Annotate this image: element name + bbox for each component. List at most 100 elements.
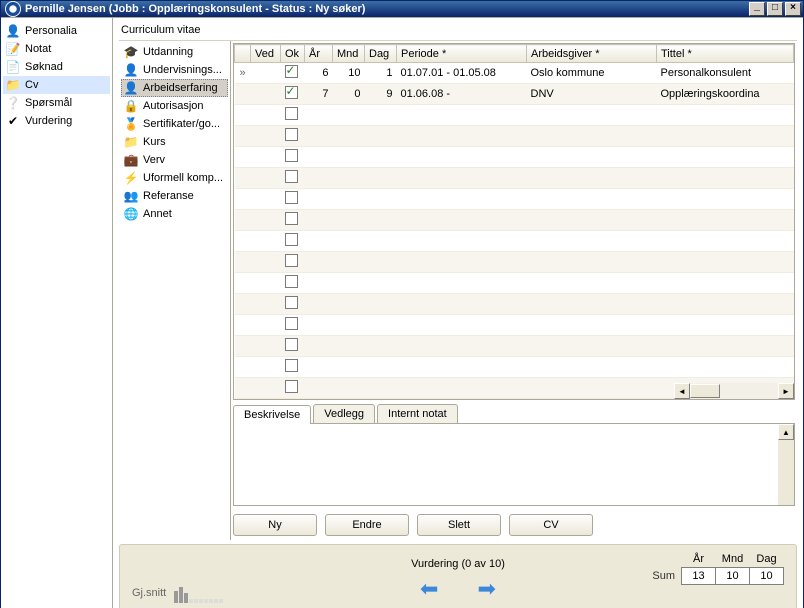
cv-category-undervisnings[interactable]: 👤Undervisnings... [121, 61, 228, 79]
nav-icon: 👤 [5, 23, 21, 39]
sum-aar: 13 [682, 568, 716, 585]
cv-category-verv[interactable]: 💼Verv [121, 151, 228, 169]
cv-category-utdanning[interactable]: 🎓Utdanning [121, 43, 228, 61]
nav-item-cv[interactable]: 📁Cv [3, 76, 110, 94]
category-label: Kurs [143, 136, 166, 148]
nav-label: Personalia [25, 25, 77, 37]
table-row-empty[interactable] [235, 252, 794, 273]
experience-grid[interactable]: VedOkÅrMndDagPeriode *Arbeidsgiver *Titt… [233, 43, 795, 400]
endre-button[interactable]: Endre [325, 514, 409, 536]
nav-icon: ✔ [5, 113, 21, 129]
row-indicator [235, 84, 251, 105]
category-label: Arbeidserfaring [143, 82, 218, 94]
maximize-button[interactable]: □ [767, 2, 783, 16]
category-label: Utdanning [143, 46, 193, 58]
vurdering-label: Vurdering (0 av 10) [402, 558, 514, 570]
column-header[interactable]: Dag [365, 45, 397, 63]
cell-ok[interactable] [281, 84, 305, 105]
table-row-empty[interactable] [235, 210, 794, 231]
nav-item-notat[interactable]: 📝Notat [3, 40, 110, 58]
category-label: Autorisasjon [143, 100, 204, 112]
vurdering-prev-button[interactable]: ⬅ [402, 576, 456, 601]
cv-category-list: 🎓Utdanning👤Undervisnings...👤Arbeidserfar… [119, 41, 231, 540]
cell-dag: 9 [365, 84, 397, 105]
table-row-empty[interactable] [235, 336, 794, 357]
category-icon: 🌐 [123, 206, 139, 222]
summary-panel: Gj.snitt Vurdering (0 av 10) ⬅ ➡ [119, 544, 797, 608]
cell-arbeidsgiver: Oslo kommune [527, 63, 657, 84]
scroll-thumb[interactable] [690, 384, 720, 398]
table-row-empty[interactable] [235, 273, 794, 294]
tab-internt-notat[interactable]: Internt notat [377, 404, 458, 423]
cv-category-kurs[interactable]: 📁Kurs [121, 133, 228, 151]
description-textarea[interactable]: ▲ [233, 424, 795, 506]
cv-button[interactable]: CV [509, 514, 593, 536]
nav-icon: ❔ [5, 95, 21, 111]
table-row-empty[interactable] [235, 294, 794, 315]
cv-category-annet[interactable]: 🌐 Annet [121, 205, 228, 223]
cv-category-uformellkomp[interactable]: ⚡Uformell komp... [121, 169, 228, 187]
sum-dag: 10 [750, 568, 784, 585]
left-nav: 👤 Personalia 📝Notat📄Søknad📁Cv❔Spørsmål✔Vur… [1, 18, 113, 608]
tab-vedlegg[interactable]: Vedlegg [313, 404, 375, 423]
table-row-empty[interactable] [235, 189, 794, 210]
scroll-up-button[interactable]: ▲ [778, 424, 794, 440]
category-label: Annet [143, 208, 172, 220]
table-row-empty[interactable] [235, 126, 794, 147]
app-icon [5, 1, 21, 17]
cv-category-arbeidserfaring[interactable]: 👤Arbeidserfaring [121, 79, 228, 97]
nav-item-vurdering[interactable]: ✔Vurdering [3, 112, 110, 130]
sum-label: Sum [652, 568, 681, 585]
cell-ved [251, 84, 281, 105]
sum-header-aar: År [682, 553, 716, 568]
scroll-left-button[interactable]: ◄ [674, 383, 690, 399]
detail-tabs: BeskrivelseVedleggInternt notat [233, 404, 795, 424]
table-row-empty[interactable] [235, 147, 794, 168]
slett-button[interactable]: Slett [417, 514, 501, 536]
category-label: Uformell komp... [143, 172, 223, 184]
column-header[interactable]: Periode * [397, 45, 527, 63]
column-header[interactable]: Ved [251, 45, 281, 63]
action-button-row: Ny Endre Slett CV [231, 510, 797, 540]
tab-beskrivelse[interactable]: Beskrivelse [233, 405, 311, 424]
column-header[interactable]: Ok [281, 45, 305, 63]
column-header[interactable]: År [305, 45, 333, 63]
minimize-button[interactable]: _ [749, 2, 765, 16]
category-icon: 👥 [123, 188, 139, 204]
category-icon: 🔒 [123, 98, 139, 114]
table-row-empty[interactable] [235, 231, 794, 252]
cv-category-referanse[interactable]: 👥 Referanse [121, 187, 228, 205]
table-row[interactable]: »610101.07.01 - 01.05.08Oslo kommunePers… [235, 63, 794, 84]
close-button[interactable]: × [785, 2, 801, 16]
cell-periode: 01.06.08 - [397, 84, 527, 105]
horizontal-scrollbar[interactable]: ◄ ► [674, 383, 794, 399]
cell-ok[interactable] [281, 63, 305, 84]
nav-icon: 📁 [5, 77, 21, 93]
cell-tittel: Opplæringskoordina [657, 84, 794, 105]
table-row-empty[interactable] [235, 168, 794, 189]
cell-dag: 1 [365, 63, 397, 84]
column-header[interactable]: Mnd [333, 45, 365, 63]
cv-category-autorisasjon[interactable]: 🔒 Autorisasjon [121, 97, 228, 115]
table-row[interactable]: 70901.06.08 -DNVOpplæringskoordina [235, 84, 794, 105]
nav-item-søknad[interactable]: 📄Søknad [3, 58, 110, 76]
nav-item-spørsmål[interactable]: ❔Spørsmål [3, 94, 110, 112]
window-title: Pernille Jensen (Jobb : Opplæringskonsul… [25, 3, 749, 15]
column-header[interactable]: Tittel * [657, 45, 794, 63]
vurdering-next-button[interactable]: ➡ [460, 576, 514, 601]
sum-mnd: 10 [716, 568, 750, 585]
cv-category-sertifikatergo[interactable]: 🏅Sertifikater/go... [121, 115, 228, 133]
scroll-right-button[interactable]: ► [778, 383, 794, 399]
sum-header-dag: Dag [750, 553, 784, 568]
ny-button[interactable]: Ny [233, 514, 317, 536]
column-header[interactable] [235, 45, 251, 63]
category-label: Referanse [143, 190, 194, 202]
titlebar[interactable]: Pernille Jensen (Jobb : Opplæringskonsul… [1, 1, 803, 17]
column-header[interactable]: Arbeidsgiver * [527, 45, 657, 63]
table-row-empty[interactable] [235, 357, 794, 378]
table-row-empty[interactable] [235, 105, 794, 126]
cell-mnd: 10 [333, 63, 365, 84]
nav-item-personalia[interactable]: 👤 Personalia [3, 22, 110, 40]
table-row-empty[interactable] [235, 315, 794, 336]
row-indicator: » [235, 63, 251, 84]
